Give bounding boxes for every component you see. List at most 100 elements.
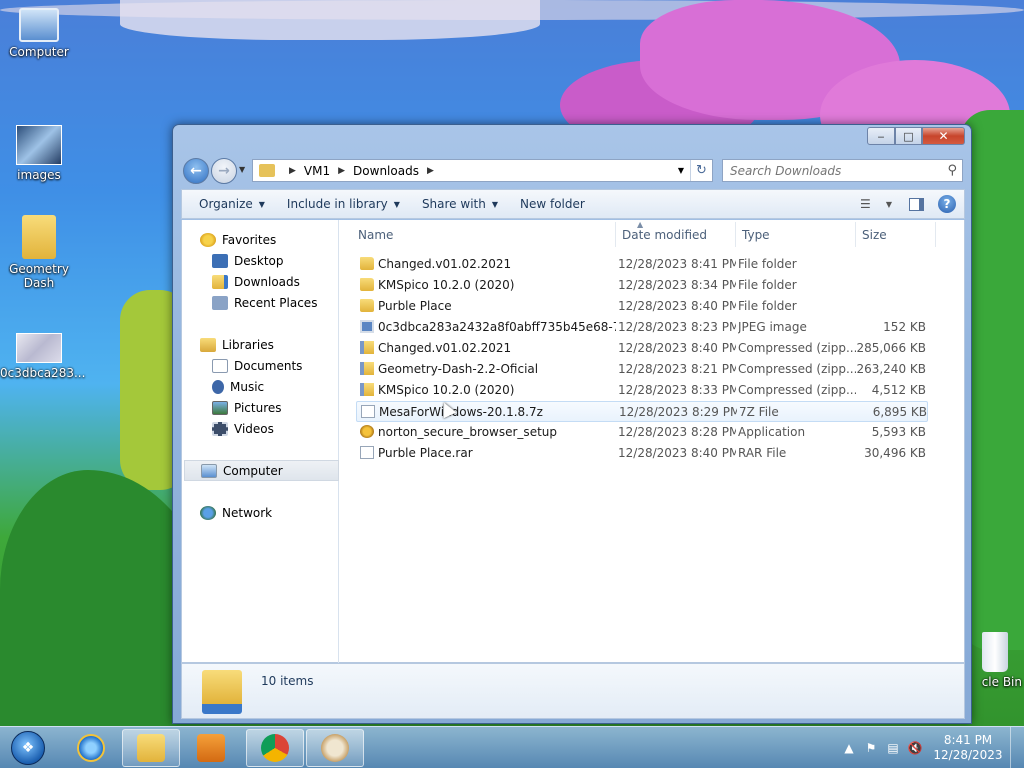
preview-pane-icon xyxy=(908,197,924,211)
action-center-flag-icon[interactable]: ⚑ xyxy=(860,741,882,755)
wallpaper-cloud xyxy=(120,0,540,40)
taskbar-windows-explorer[interactable] xyxy=(122,729,180,767)
forward-button[interactable]: → xyxy=(211,158,237,184)
nav-computer[interactable]: Computer xyxy=(184,460,339,481)
command-bar: Organize ▼ Include in library ▼ Share with… xyxy=(181,189,965,219)
organize-button[interactable]: Organize ▼ xyxy=(189,193,275,215)
back-button[interactable]: ← xyxy=(183,158,209,184)
desktop-icon-geometry-dash[interactable]: Geometry Dash xyxy=(0,215,78,290)
breadcrumb-separator-icon[interactable]: ▶ xyxy=(427,166,434,176)
file-name: Changed.v01.02.2021 xyxy=(378,341,512,355)
search-icon[interactable]: ⚲ xyxy=(947,163,957,178)
chevron-down-icon: ▼ xyxy=(885,199,892,209)
file-row[interactable]: Changed.v01.02.2021 12/28/2023 8:40 PM Com… xyxy=(356,338,928,359)
column-header-date[interactable]: Date modified xyxy=(616,222,736,247)
image-thumbnail-icon xyxy=(16,125,62,165)
show-hidden-icons-icon[interactable]: ▲ xyxy=(838,741,860,755)
nav-label: Videos xyxy=(234,421,274,436)
preview-pane-button[interactable] xyxy=(904,193,928,215)
new-folder-button[interactable]: New folder xyxy=(510,193,595,215)
file-row[interactable]: 0c3dbca283a2432a8f0abff735b45e68-700 12/2… xyxy=(356,317,928,338)
file-row[interactable]: Changed.v01.02.2021 12/28/2023 8:41 PM Fil… xyxy=(356,254,928,275)
volume-muted-icon[interactable]: 🔇 xyxy=(904,741,926,755)
file-date: 12/28/2023 8:40 PM xyxy=(618,299,736,313)
file-size: 6,895 KB xyxy=(872,405,927,419)
column-header-size[interactable]: Size xyxy=(856,222,936,247)
start-button[interactable]: ❖ xyxy=(2,727,54,768)
include-in-library-button[interactable]: Include in library ▼ xyxy=(277,193,410,215)
refresh-icon[interactable]: ↻ xyxy=(690,160,712,181)
nav-label: Desktop xyxy=(234,253,284,268)
file-row[interactable]: Geometry-Dash-2.2-Oficial 12/28/2023 8:21… xyxy=(356,359,928,380)
breadcrumb-vm1[interactable]: VM1 xyxy=(304,164,330,178)
explorer-folder-icon xyxy=(137,734,165,762)
close-button[interactable]: ✕ xyxy=(922,127,965,145)
file-date: 12/28/2023 8:28 PM xyxy=(618,425,736,439)
column-header-name[interactable]: Name xyxy=(340,222,616,247)
nav-pictures[interactable]: Pictures xyxy=(212,397,282,418)
desktop-icon-0c3dbca283[interactable]: 0c3dbca283... xyxy=(0,333,85,380)
nav-documents[interactable]: Documents xyxy=(212,355,302,376)
file-name: Geometry-Dash-2.2-Oficial xyxy=(378,362,539,376)
nav-music[interactable]: Music xyxy=(212,376,264,397)
file-row[interactable]: KMSpico 10.2.0 (2020) 12/28/2023 8:34 PM F… xyxy=(356,275,928,296)
file-date: 12/28/2023 8:34 PM xyxy=(618,278,736,292)
forward-arrow-icon: → xyxy=(218,163,230,179)
minimize-button[interactable]: ‒ xyxy=(867,127,895,145)
file-row[interactable]: KMSpico 10.2.0 (2020) 12/28/2023 8:33 PM C… xyxy=(356,380,928,401)
network-status-icon[interactable]: ▤ xyxy=(882,741,904,755)
nav-downloads[interactable]: Downloads xyxy=(212,271,300,292)
taskbar-internet-explorer[interactable] xyxy=(62,729,120,767)
file-date: 12/28/2023 8:23 PM xyxy=(618,320,736,334)
column-date-label: Date modified xyxy=(622,227,708,242)
nav-desktop[interactable]: Desktop xyxy=(212,250,284,271)
nav-videos[interactable]: Videos xyxy=(212,418,274,439)
recycle-bin-icon xyxy=(982,632,1008,672)
address-dropdown-icon[interactable]: ▼ xyxy=(672,166,690,175)
maximize-button[interactable]: □ xyxy=(895,127,922,145)
nav-recent-places[interactable]: Recent Places xyxy=(212,292,317,313)
breadcrumb-separator-icon[interactable]: ▶ xyxy=(338,166,345,176)
file-name: Changed.v01.02.2021 xyxy=(378,257,512,271)
share-with-button[interactable]: Share with ▼ xyxy=(412,193,508,215)
back-arrow-icon: ← xyxy=(190,163,202,179)
address-bar[interactable]: ▶ VM1 ▶ Downloads ▶ ▼ ↻ xyxy=(252,159,713,182)
search-box: ⚲ xyxy=(722,159,963,182)
help-button[interactable]: ? xyxy=(936,193,958,215)
nav-favorites[interactable]: Favorites xyxy=(200,229,276,250)
navigation-bar: ← → ▼ ▶ VM1 ▶ Downloads ▶ ▼ ↻ ⚲ xyxy=(181,157,965,185)
organize-label: Organize xyxy=(199,197,253,211)
nav-network[interactable]: Network xyxy=(200,502,272,523)
taskbar-paint[interactable] xyxy=(306,729,364,767)
internet-explorer-icon xyxy=(77,734,105,762)
show-desktop-button[interactable] xyxy=(1010,727,1024,768)
column-header-type[interactable]: Type xyxy=(736,222,856,247)
recent-pages-dropdown[interactable]: ▼ xyxy=(239,165,245,174)
nav-label: Favorites xyxy=(222,232,277,247)
star-icon xyxy=(200,232,216,247)
file-type: File folder xyxy=(738,299,797,313)
breadcrumb-separator-icon[interactable]: ▶ xyxy=(289,166,296,176)
nav-label: Documents xyxy=(234,358,303,373)
desktop-icon-images[interactable]: images xyxy=(0,125,78,182)
file-row[interactable]: Purble Place 12/28/2023 8:40 PM File folde… xyxy=(356,296,928,317)
file-row[interactable]: norton_secure_browser_setup 12/28/2023 8:… xyxy=(356,422,928,443)
file-type: Compressed (zipp... xyxy=(738,362,856,376)
explorer-window: ‒ □ ✕ ← → ▼ ▶ VM1 ▶ Downloads ▶ ▼ ↻ ⚲ Or… xyxy=(172,124,972,724)
taskbar-media-player[interactable] xyxy=(182,729,240,767)
taskbar-chrome[interactable] xyxy=(246,729,304,767)
search-input[interactable] xyxy=(730,163,935,178)
change-view-button[interactable]: ☰ ▼ xyxy=(856,193,896,215)
file-type: File folder xyxy=(738,278,797,292)
nav-label: Pictures xyxy=(234,400,282,415)
desktop-icon-computer[interactable]: Computer xyxy=(0,8,78,59)
nav-libraries[interactable]: Libraries xyxy=(200,334,274,355)
file-name: KMSpico 10.2.0 (2020) xyxy=(378,383,515,397)
file-type: RAR File xyxy=(738,446,787,460)
breadcrumb-downloads[interactable]: Downloads xyxy=(353,164,419,178)
file-list: ▲ Name Date modified Type Size Changed.v… xyxy=(340,220,964,663)
clock[interactable]: 8:41 PM 12/28/2023 xyxy=(926,733,1010,763)
file-type: 7Z File xyxy=(739,405,779,419)
file-date: 12/28/2023 8:33 PM xyxy=(618,383,736,397)
file-row[interactable]: Purble Place.rar 12/28/2023 8:40 PM RAR Fi… xyxy=(356,443,928,464)
